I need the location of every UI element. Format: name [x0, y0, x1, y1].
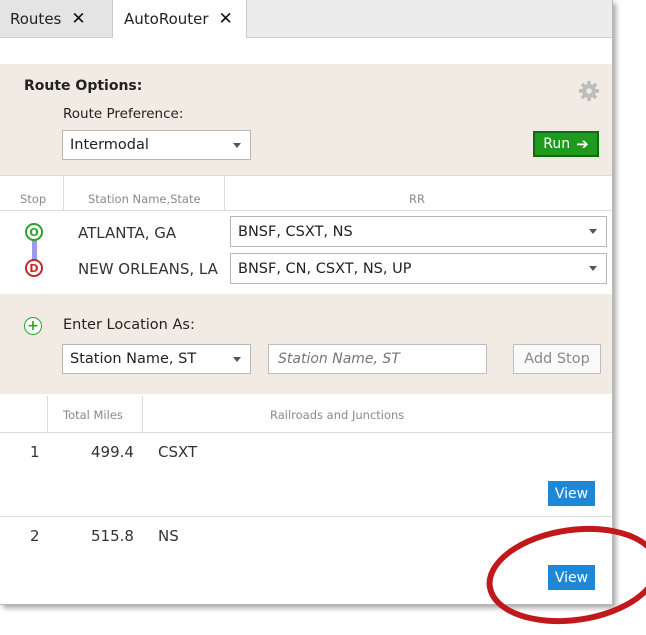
route-connector	[32, 240, 37, 260]
result-miles: 515.8	[91, 527, 134, 545]
tab-autorouter[interactable]: AutoRouter ✕	[113, 0, 247, 38]
route-preference-value: Intermodal	[70, 137, 149, 153]
autorouter-panel: Routes ✕ AutoRouter ✕ Route Options: Rou…	[0, 0, 613, 605]
rr-select-origin[interactable]: BNSF, CSXT, NS	[230, 216, 607, 247]
add-stop-button[interactable]: Add Stop	[513, 344, 601, 374]
tab-routes[interactable]: Routes ✕	[0, 0, 113, 37]
divider	[0, 175, 612, 176]
divider	[224, 176, 225, 210]
divider	[0, 432, 612, 433]
view-button[interactable]: View	[548, 565, 595, 590]
stop-column-header: Stop	[20, 192, 47, 206]
divider	[47, 396, 48, 432]
railroads-column-header: Railroads and Junctions	[270, 408, 405, 422]
tab-bar: Routes ✕ AutoRouter ✕	[0, 0, 612, 38]
run-button[interactable]: Run ➔	[533, 131, 599, 157]
add-location-icon[interactable]: +	[24, 317, 42, 335]
result-miles: 499.4	[91, 443, 134, 461]
destination-marker-icon: D	[25, 259, 43, 277]
run-button-label: Run	[543, 136, 571, 152]
result-index: 1	[30, 443, 40, 461]
result-railroads: NS	[158, 527, 179, 545]
rr-select-destination[interactable]: BNSF, CN, CSXT, NS, UP	[230, 253, 607, 284]
location-format-select[interactable]: Station Name, ST	[62, 344, 251, 374]
total-miles-column-header: Total Miles	[63, 408, 123, 422]
chevron-down-icon	[233, 143, 241, 148]
rr-value-destination: BNSF, CN, CSXT, NS, UP	[238, 260, 412, 277]
chevron-down-icon	[589, 229, 597, 234]
divider	[63, 176, 64, 210]
divider	[0, 210, 612, 211]
chevron-down-icon	[233, 357, 241, 362]
route-preference-select[interactable]: Intermodal	[62, 130, 251, 160]
arrow-right-icon: ➔	[576, 135, 589, 153]
rr-column-header: RR	[409, 192, 425, 206]
route-options-title: Route Options:	[24, 78, 143, 94]
close-icon[interactable]: ✕	[219, 9, 233, 29]
station-input[interactable]	[268, 344, 487, 374]
gear-icon[interactable]	[578, 80, 600, 102]
stop-station-destination: NEW ORLEANS, LA	[78, 260, 218, 278]
stop-station-origin: ATLANTA, GA	[78, 224, 177, 242]
result-railroads: CSXT	[158, 443, 198, 461]
origin-marker-icon: O	[25, 223, 43, 241]
station-column-header: Station Name,State	[88, 192, 201, 206]
chevron-down-icon	[589, 266, 597, 271]
result-index: 2	[30, 527, 40, 545]
route-preference-label: Route Preference:	[63, 106, 184, 122]
view-button[interactable]: View	[548, 481, 595, 506]
divider	[142, 396, 143, 432]
enter-location-label: Enter Location As:	[63, 317, 195, 333]
divider	[0, 516, 612, 517]
rr-value-origin: BNSF, CSXT, NS	[238, 223, 353, 240]
tab-routes-label: Routes	[10, 9, 62, 28]
tab-autorouter-label: AutoRouter	[124, 10, 209, 28]
location-format-value: Station Name, ST	[70, 351, 197, 367]
close-icon[interactable]: ✕	[71, 9, 85, 29]
